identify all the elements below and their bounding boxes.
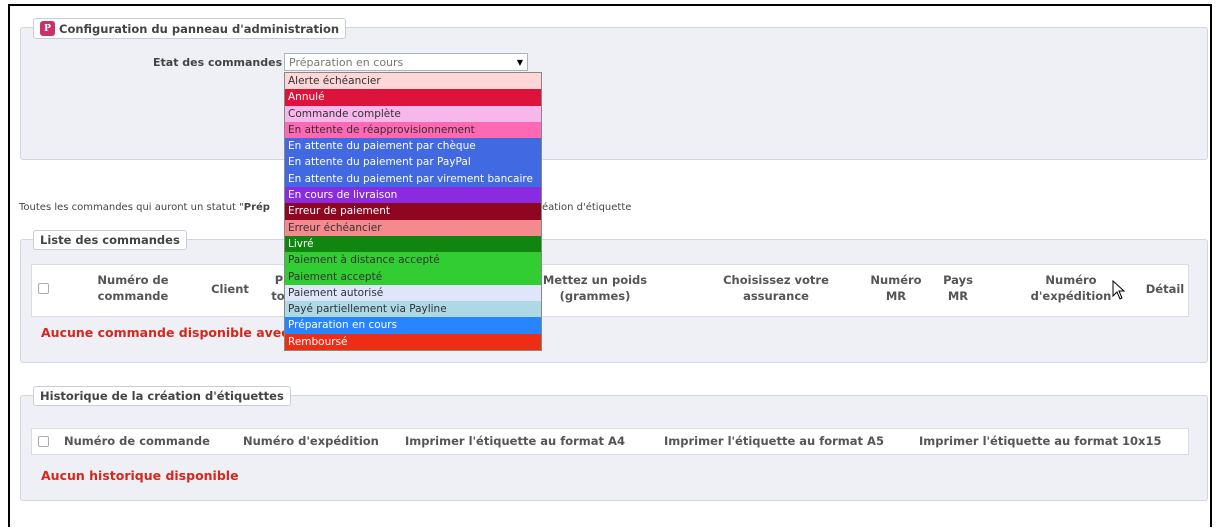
etat-commandes-select[interactable]: Préparation en cours ▼	[284, 53, 528, 71]
hist-col-format-a5[interactable]: Imprimer l'étiquette au format A5	[664, 433, 884, 449]
config-panel: P Configuration du panneau d'administrat…	[20, 18, 1208, 160]
history-empty-message: Aucun historique disponible	[41, 468, 239, 483]
orders-legend: Liste des commandes	[33, 230, 187, 250]
dropdown-option[interactable]: Erreur échéancier	[285, 219, 541, 236]
hist-col-format-a4[interactable]: Imprimer l'étiquette au format A4	[405, 433, 625, 449]
col-numero-expedition[interactable]: Numéro d'expédition	[1026, 272, 1116, 304]
config-legend-text: Configuration du panneau d'administratio…	[59, 21, 340, 36]
col-numero-commande[interactable]: Numéro de commande	[90, 272, 176, 304]
info-text-suffix: éation d'étiquette	[542, 202, 632, 213]
etat-commandes-dropdown[interactable]: Alerte échéancier Annulé Commande complète…	[284, 72, 542, 352]
col-numero-mr[interactable]: Numéro MR	[866, 272, 926, 304]
history-legend-text: Historique de la création d'étiquettes	[40, 389, 284, 403]
dropdown-option[interactable]: En attente du paiement par chèque	[285, 138, 541, 155]
dropdown-option[interactable]: Payé partiellement via Payline	[285, 301, 541, 318]
select-value: Préparation en cours	[289, 55, 404, 69]
etat-commandes-label: Etat des commandes	[153, 56, 283, 69]
history-select-all-checkbox[interactable]	[38, 436, 49, 447]
orders-select-all-checkbox[interactable]	[38, 283, 49, 294]
dropdown-option[interactable]: Erreur de paiement	[285, 203, 541, 220]
orders-empty-message: Aucune commande disponible avec	[41, 325, 289, 340]
dropdown-option[interactable]: Paiement à distance accepté	[285, 252, 541, 269]
dropdown-option[interactable]: Paiement accepté	[285, 268, 541, 285]
hist-col-format-10x15[interactable]: Imprimer l'étiquette au format 10x15	[919, 433, 1161, 449]
dropdown-option[interactable]: En attente du paiement par virement banc…	[285, 170, 541, 188]
dropdown-option[interactable]: En attente du paiement par PayPal	[285, 154, 541, 171]
dropdown-option[interactable]: Remboursé	[285, 333, 541, 351]
dropdown-option[interactable]: Commande complète	[285, 105, 541, 122]
dropdown-option[interactable]: Paiement autorisé	[285, 284, 541, 302]
orders-legend-text: Liste des commandes	[40, 233, 180, 247]
col-poids[interactable]: Mettez un poids (grammes)	[540, 272, 650, 304]
dropdown-option[interactable]: Annulé	[285, 89, 541, 106]
history-legend: Historique de la création d'étiquettes	[33, 386, 291, 406]
hist-col-numero-commande[interactable]: Numéro de commande	[64, 433, 210, 449]
col-client[interactable]: Client	[206, 281, 254, 297]
dropdown-option[interactable]: Alerte échéancier	[285, 73, 541, 90]
mouse-cursor-icon	[1112, 280, 1126, 300]
col-pays-mr[interactable]: Pays MR	[938, 272, 978, 304]
col-detail[interactable]: Détail	[1143, 281, 1187, 297]
dropdown-option[interactable]: Préparation en cours	[285, 317, 541, 334]
prestashop-icon: P	[40, 21, 55, 36]
col-assurance[interactable]: Choisissez votre assurance	[706, 272, 846, 304]
dropdown-option[interactable]: En attente de réapprovisionnement	[285, 121, 541, 139]
info-text: Toutes les commandes qui auront un statu…	[19, 202, 270, 213]
dropdown-option[interactable]: En cours de livraison	[285, 187, 541, 204]
dropdown-option[interactable]: Livré	[285, 235, 541, 253]
hist-col-numero-expedition[interactable]: Numéro d'expédition	[243, 433, 379, 449]
config-legend: P Configuration du panneau d'administrat…	[33, 18, 347, 39]
chevron-down-icon: ▼	[516, 57, 523, 67]
